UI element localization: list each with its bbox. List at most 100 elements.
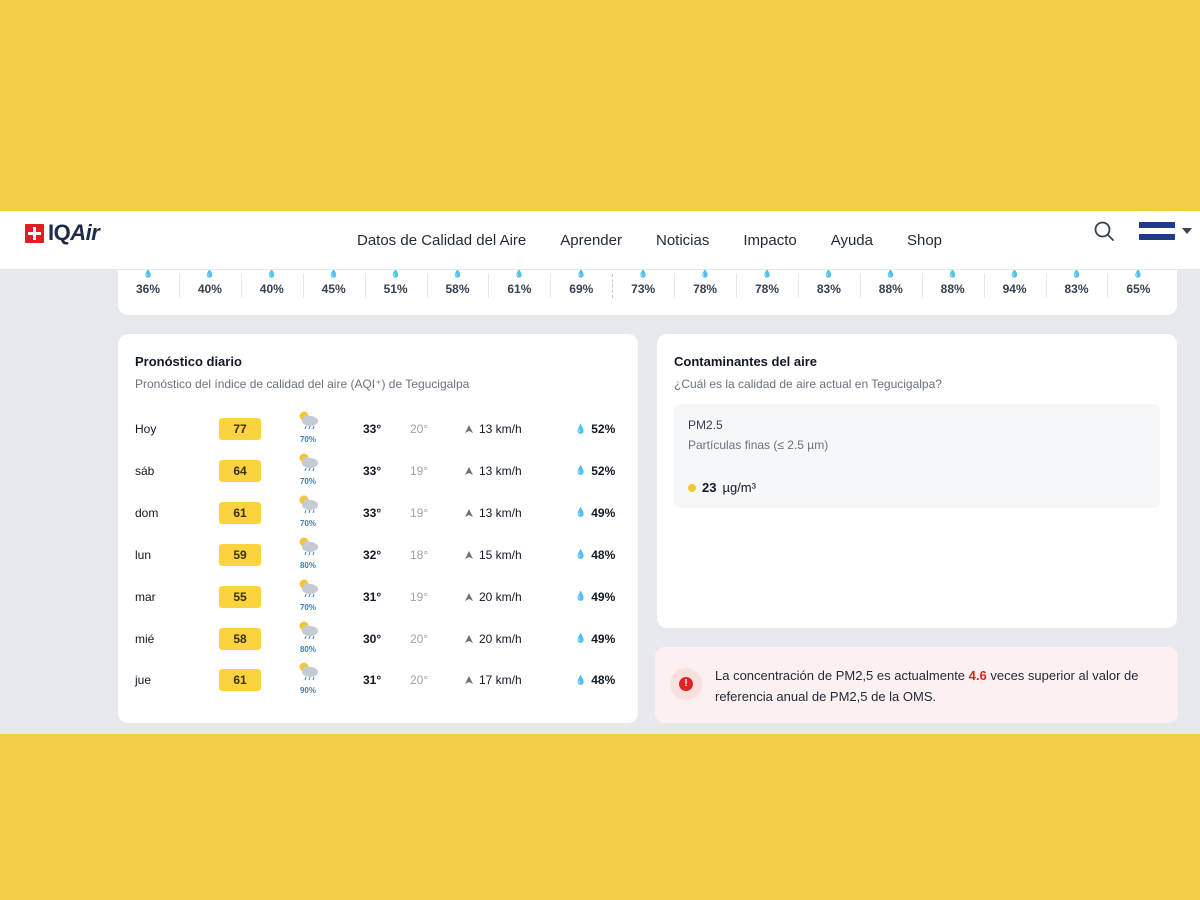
forecast-subtitle: Pronóstico del índice de calidad del air… (135, 377, 470, 391)
forecast-day: sáb (135, 463, 155, 478)
nav-item-shop[interactable]: Shop (890, 232, 959, 249)
hourly-humidity: 83% (816, 282, 841, 296)
humidity: 💧 48% (575, 548, 615, 562)
aqi-badge: 61 (219, 501, 261, 524)
hourly-cell: 💧 58% (427, 270, 489, 300)
alert-highlight: 4.6 (968, 668, 987, 683)
rain-cloud-icon (299, 621, 318, 639)
hourly-humidity: 40% (259, 282, 284, 296)
humidity-drop-icon: 💧 (638, 270, 649, 278)
nav-item-datos[interactable]: Datos de Calidad del Aire (340, 232, 543, 249)
hourly-humidity: 65% (1126, 282, 1151, 296)
hourly-humidity: 83% (1064, 282, 1089, 296)
humidity-value: 52% (591, 422, 616, 436)
hourly-cell: 💧 40% (179, 270, 241, 300)
aqi-badge: 61 (219, 669, 261, 692)
top-nav: IQAir Datos de Calidad del Aire Aprender… (0, 211, 1200, 270)
hourly-humidity: 88% (878, 282, 903, 296)
nav-menu: Datos de Calidad del Aire Aprender Notic… (340, 211, 959, 270)
humidity-drop-icon: 💧 (575, 465, 587, 476)
language-flag-icon[interactable] (1139, 222, 1175, 240)
wind-direction-icon (465, 508, 473, 517)
hourly-cell: 💧 40% (241, 270, 303, 300)
pm25-item[interactable]: PM2.5 Partículas finas (≤ 2.5 µm) 23 µg/… (674, 404, 1160, 508)
wind-value: 17 km/h (479, 673, 522, 688)
iqair-logo[interactable]: IQAir (25, 220, 100, 246)
hourly-cell: 💧 65% (1107, 270, 1169, 300)
humidity-drop-icon: 💧 (1009, 270, 1020, 278)
temp-max: 31° (363, 673, 382, 688)
temp-min: 20° (410, 631, 429, 646)
humidity-drop-icon: 💧 (204, 270, 215, 278)
pollutants-card: Contaminantes del aire ¿Cuál es la calid… (657, 334, 1177, 628)
humidity-drop-icon: 💧 (762, 270, 772, 278)
hourly-humidity: 51% (383, 282, 408, 296)
rain-chance: 80% (299, 644, 316, 654)
hourly-humidity: 36% (135, 282, 161, 296)
pm-value-number: 23 (702, 480, 717, 495)
aqi-badge: 64 (219, 459, 261, 482)
humidity-drop-icon: 💧 (452, 270, 463, 278)
temp-max: 33° (363, 463, 382, 478)
wind-direction-icon (465, 466, 473, 475)
forecast-row: Hoy 77 70% 33° 20° 13 km/h 💧 52% (118, 411, 638, 444)
humidity-value: 49% (591, 505, 616, 520)
hourly-humidity: 69% (569, 282, 594, 296)
rain-chance: 70% (299, 435, 316, 444)
weather-cell: 70% (295, 410, 321, 448)
weather-cell: 70% (295, 452, 321, 490)
humidity-value: 48% (591, 547, 616, 562)
hourly-cell: 💧 83% (1046, 270, 1108, 300)
aqi-badge: 58 (219, 627, 261, 650)
nav-item-aprender[interactable]: Aprender (543, 232, 639, 249)
humidity-drop-icon: 💧 (947, 270, 958, 278)
rain-cloud-icon (299, 453, 318, 472)
temp-max: 32° (363, 547, 382, 562)
hourly-humidity: 78% (693, 282, 718, 296)
hourly-cell: 💧 73% (612, 270, 674, 300)
humidity-drop-icon: 💧 (823, 270, 834, 278)
wind-speed: 13 km/h (464, 506, 522, 520)
wind-direction-icon (465, 550, 473, 559)
wind-value: 13 km/h (479, 505, 522, 520)
hourly-humidity: 58% (445, 282, 470, 296)
hourly-humidity-strip: 💧 36% 💧 40% 💧 40% 💧 45% 💧 51% 💧 58% 💧 61% 💧 69% 💧 73% 💧 78%… (118, 270, 1177, 315)
nav-item-impacto[interactable]: Impacto (726, 232, 813, 249)
forecast-title: Pronóstico diario (135, 354, 242, 369)
alert-text: La concentración de PM2,5 es actualmente… (715, 665, 1165, 707)
hourly-cell: 💧 51% (365, 270, 427, 300)
temp-max: 33° (363, 422, 382, 436)
humidity-drop-icon: 💧 (1071, 270, 1082, 278)
temp-max: 33° (363, 505, 382, 520)
rain-chance: 70% (299, 476, 316, 486)
wind-speed: 15 km/h (464, 548, 522, 562)
hourly-cell: 💧 61% (488, 270, 550, 300)
humidity: 💧 52% (575, 464, 615, 478)
weather-cell: 80% (295, 536, 321, 574)
humidity-drop-icon: 💧 (328, 270, 339, 278)
temp-min: 20° (410, 422, 429, 436)
rain-chance: 80% (299, 560, 316, 570)
temp-min: 18° (410, 547, 429, 562)
humidity-drop-icon: 💧 (700, 270, 711, 278)
weather-cell: 70% (295, 578, 321, 616)
humidity-drop-icon: 💧 (266, 270, 277, 278)
weather-cell: 70% (295, 494, 321, 532)
nav-item-ayuda[interactable]: Ayuda (814, 232, 890, 249)
rain-cloud-icon (299, 662, 318, 681)
wind-direction-icon (465, 634, 473, 643)
humidity: 💧 52% (575, 422, 615, 436)
humidity-drop-icon: 💧 (575, 507, 587, 518)
chevron-down-icon[interactable] (1182, 228, 1192, 234)
search-icon[interactable] (1093, 220, 1115, 242)
temp-max: 31° (363, 589, 382, 604)
weather-cell: 90% (295, 661, 321, 699)
humidity-drop-icon: 💧 (575, 423, 587, 434)
rain-cloud-icon (299, 495, 318, 513)
nav-item-noticias[interactable]: Noticias (639, 232, 726, 249)
humidity-value: 48% (591, 673, 616, 688)
who-alert-banner: La concentración de PM2,5 es actualmente… (655, 647, 1178, 723)
screenshot-area: IQAir Datos de Calidad del Aire Aprender… (0, 211, 1200, 734)
humidity-drop-icon: 💧 (1133, 270, 1144, 278)
wind-speed: 20 km/h (464, 590, 522, 604)
